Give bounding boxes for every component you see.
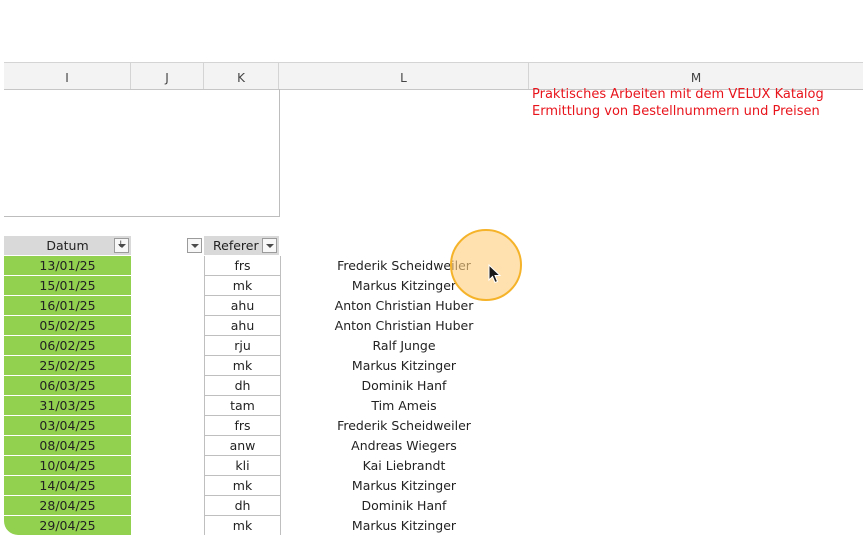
mouse-pointer-icon xyxy=(488,264,502,284)
course-title-line-2[interactable]: Ermittlung von Bestellnummern und Preise… xyxy=(532,103,824,120)
referent-name-cell[interactable]: Kai Liebrandt xyxy=(279,456,529,476)
referent-code-cell[interactable]: mk xyxy=(204,276,281,296)
table-row: 03/04/25 frs Frederik Scheidweiler xyxy=(4,416,863,436)
table-row: 06/03/25 dh Dominik Hanf xyxy=(4,376,863,396)
embedded-object-frame[interactable] xyxy=(4,89,280,217)
column-header-k[interactable]: K xyxy=(204,63,279,89)
spreadsheet-window: I J K L M Praktisches Arbeiten mit dem V… xyxy=(4,0,863,535)
date-cell[interactable]: 06/03/25 xyxy=(4,376,131,396)
referent-code-cell[interactable]: mk xyxy=(204,516,281,535)
column-header-j[interactable]: J xyxy=(131,63,204,89)
referent-name-cell[interactable]: Markus Kitzinger xyxy=(279,356,529,376)
table-row: 31/03/25 tam Tim Ameis xyxy=(4,396,863,416)
table-row: 10/04/25 kli Kai Liebrandt xyxy=(4,456,863,476)
date-cell[interactable]: 08/04/25 xyxy=(4,436,131,456)
referent-code-cell[interactable]: ahu xyxy=(204,296,281,316)
table-row: 14/04/25 mk Markus Kitzinger xyxy=(4,476,863,496)
table-row: 16/01/25 ahu Anton Christian Huber xyxy=(4,296,863,316)
date-cell[interactable]: 13/01/25 xyxy=(4,256,131,276)
referent-name-cell[interactable]: Dominik Hanf xyxy=(279,376,529,396)
course-title-line-1[interactable]: Praktisches Arbeiten mit dem VELUX Katal… xyxy=(532,86,824,103)
filter-dropdown-referent[interactable] xyxy=(262,238,277,253)
date-cell[interactable]: 10/04/25 xyxy=(4,456,131,476)
referent-name-cell[interactable]: Frederik Scheidweiler xyxy=(279,416,529,436)
referent-code-cell[interactable]: mk xyxy=(204,476,281,496)
header-referent-label: Referer xyxy=(213,238,259,253)
referent-name-cell[interactable]: Dominik Hanf xyxy=(279,496,529,516)
date-cell[interactable]: 25/02/25 xyxy=(4,356,131,376)
referent-code-cell[interactable]: frs xyxy=(204,256,281,276)
date-cell[interactable]: 31/03/25 xyxy=(4,396,131,416)
sort-filter-button[interactable]: ↓ xyxy=(114,238,129,253)
referent-code-cell[interactable]: ahu xyxy=(204,316,281,336)
table-row: 15/01/25 mk Markus Kitzinger xyxy=(4,276,863,296)
filter-dropdown-j[interactable] xyxy=(187,238,202,253)
referent-code-cell[interactable]: dh xyxy=(204,376,281,396)
table-row: 28/04/25 dh Dominik Hanf xyxy=(4,496,863,516)
referent-code-cell[interactable]: frs xyxy=(204,416,281,436)
referent-name-cell[interactable]: Ralf Junge xyxy=(279,336,529,356)
course-title-block: Praktisches Arbeiten mit dem VELUX Katal… xyxy=(532,86,824,120)
table-row: 25/02/25 mk Markus Kitzinger xyxy=(4,356,863,376)
date-cell[interactable]: 03/04/25 xyxy=(4,416,131,436)
table-row: 05/02/25 ahu Anton Christian Huber xyxy=(4,316,863,336)
header-datum-label: Datum xyxy=(46,238,89,253)
cursor-highlight xyxy=(450,229,522,301)
date-cell[interactable]: 29/04/25 xyxy=(4,516,131,535)
referent-code-cell[interactable]: dh xyxy=(204,496,281,516)
referent-code-cell[interactable]: anw xyxy=(204,436,281,456)
referent-code-cell[interactable]: mk xyxy=(204,356,281,376)
table-row: 13/01/25 frs Frederik Scheidweiler xyxy=(4,256,863,276)
table-row: 06/02/25 rju Ralf Junge xyxy=(4,336,863,356)
referent-code-cell[interactable]: kli xyxy=(204,456,281,476)
column-header-l[interactable]: L xyxy=(279,63,529,89)
column-header-i[interactable]: I xyxy=(4,63,131,89)
referent-name-cell[interactable]: Tim Ameis xyxy=(279,396,529,416)
date-cell[interactable]: 15/01/25 xyxy=(4,276,131,296)
referent-name-cell[interactable]: Anton Christian Huber xyxy=(279,316,529,336)
header-referent[interactable]: Referer xyxy=(204,236,279,255)
date-cell[interactable]: 16/01/25 xyxy=(4,296,131,316)
referent-name-cell[interactable]: Markus Kitzinger xyxy=(279,476,529,496)
date-cell[interactable]: 06/02/25 xyxy=(4,336,131,356)
table-row: 29/04/25 mk Markus Kitzinger xyxy=(4,516,863,535)
referent-code-cell[interactable]: rju xyxy=(204,336,281,356)
referent-name-cell[interactable]: Andreas Wiegers xyxy=(279,436,529,456)
date-cell[interactable]: 28/04/25 xyxy=(4,496,131,516)
date-cell[interactable]: 05/02/25 xyxy=(4,316,131,336)
sort-filter-icon: ↓ xyxy=(117,240,125,250)
header-datum[interactable]: Datum ↓ xyxy=(4,236,131,255)
referent-code-cell[interactable]: tam xyxy=(204,396,281,416)
table-row: 08/04/25 anw Andreas Wiegers xyxy=(4,436,863,456)
referent-name-cell[interactable]: Markus Kitzinger xyxy=(279,516,529,535)
date-cell[interactable]: 14/04/25 xyxy=(4,476,131,496)
